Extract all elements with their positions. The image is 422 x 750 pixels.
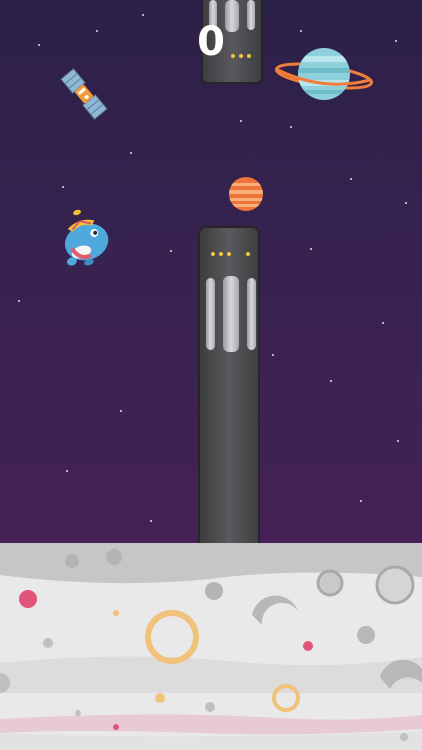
bottom-pillar-obstacle bbox=[198, 226, 260, 556]
moon-surface-ground bbox=[0, 543, 422, 750]
game-scene[interactable]: 0 bbox=[0, 0, 422, 750]
ringed-planet-icon bbox=[274, 48, 374, 100]
player-character bbox=[64, 209, 109, 266]
satellite-icon bbox=[60, 68, 108, 120]
orange-planet-icon bbox=[229, 177, 263, 211]
